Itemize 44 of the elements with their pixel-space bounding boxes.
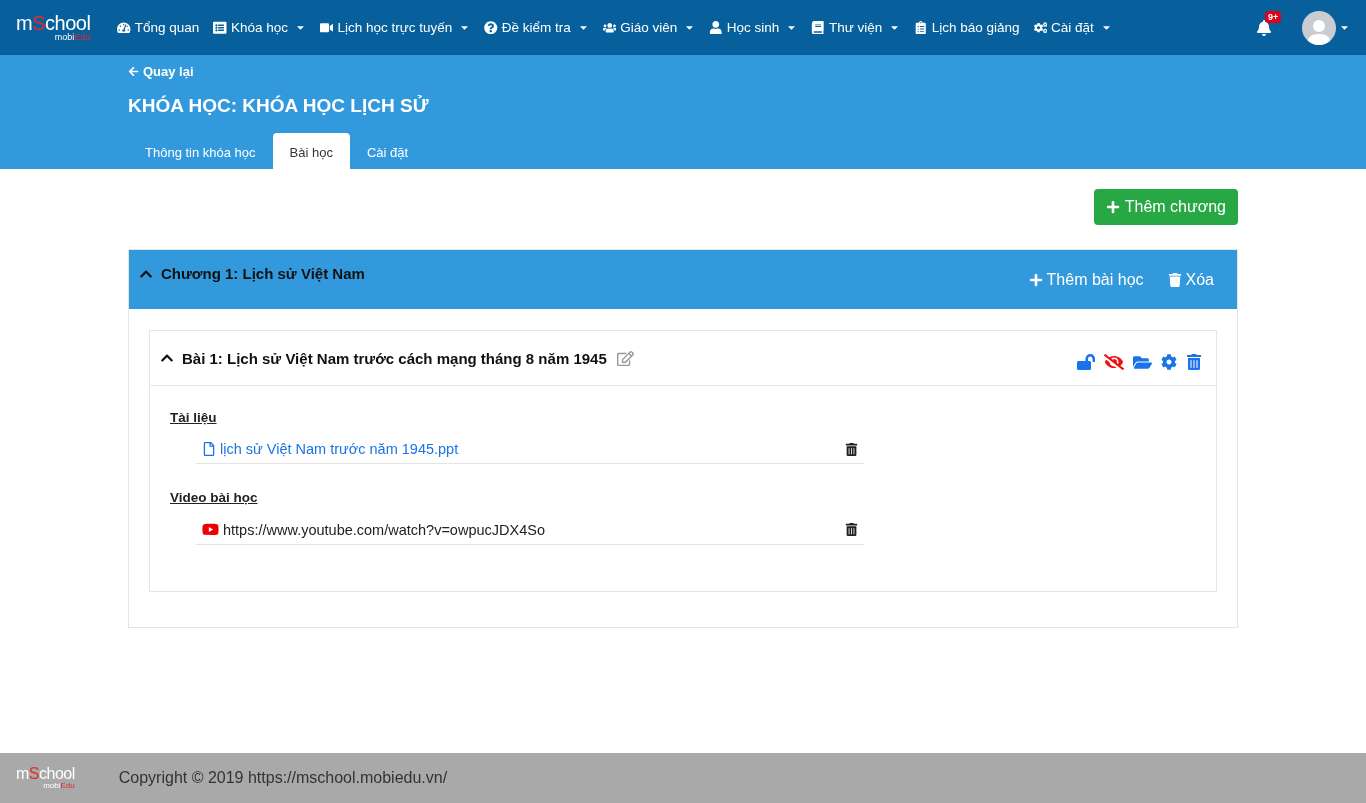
youtube-icon bbox=[202, 521, 219, 538]
gears-icon bbox=[1033, 20, 1048, 35]
gauge-icon bbox=[117, 20, 131, 35]
chapter-title: Chương 1: Lịch sử Việt Nam bbox=[161, 265, 366, 282]
arrow-left-icon bbox=[128, 66, 139, 77]
logo: mSchool mobiEdu bbox=[16, 766, 75, 790]
edit-icon[interactable] bbox=[616, 349, 634, 367]
notification-badge: 9+ bbox=[1265, 10, 1282, 23]
open-lock-icon[interactable] bbox=[1077, 353, 1095, 371]
nav-item[interactable]: Thư viện bbox=[804, 20, 908, 35]
video-url: https://www.youtube.com/watch?v=owpucJDX4So bbox=[223, 521, 546, 538]
copyright-text: Copyright © 2019 https://mschool.mobiedu.vn/ bbox=[118, 769, 448, 787]
file-icon bbox=[202, 442, 216, 456]
page-title: KHÓA HỌC: KHÓA HỌC LỊCH SỬ bbox=[128, 95, 430, 117]
file-link[interactable]: lịch sử Việt Nam trước năm 1945.ppt bbox=[220, 441, 841, 457]
avatar[interactable] bbox=[1302, 10, 1336, 45]
settings-icon[interactable] bbox=[1161, 354, 1177, 370]
book-icon bbox=[811, 20, 825, 35]
section-heading: Video bài học bbox=[170, 490, 259, 505]
plus-icon bbox=[1105, 200, 1120, 214]
logo: mSchool mobiEdu bbox=[16, 13, 91, 42]
list-icon bbox=[213, 20, 227, 35]
question-icon bbox=[484, 20, 498, 35]
video-camera-icon bbox=[319, 20, 334, 35]
bell-icon[interactable] bbox=[1256, 19, 1272, 36]
nav-item[interactable]: Học sinh bbox=[702, 20, 805, 35]
lesson-title: Bài 1: Lịch sử Việt Nam trước cách mạng tháng 8 năm 1945 bbox=[182, 349, 607, 367]
user-icon bbox=[709, 20, 723, 35]
section-heading: Tài liệu bbox=[170, 410, 218, 425]
users-icon bbox=[602, 20, 617, 35]
nav-item[interactable]: Tổng quan bbox=[110, 20, 207, 35]
clipboard-icon bbox=[914, 20, 928, 35]
tab[interactable]: Bài học bbox=[272, 133, 350, 169]
nav-item[interactable]: Khóa học bbox=[206, 20, 313, 35]
eye-slash-icon[interactable] bbox=[1104, 352, 1124, 372]
nav-item[interactable]: Giáo viên bbox=[595, 20, 703, 35]
nav-item[interactable]: Cài đặt bbox=[1026, 20, 1119, 35]
plus-icon bbox=[1028, 272, 1043, 287]
trash-icon[interactable] bbox=[845, 523, 858, 536]
trash-icon[interactable] bbox=[845, 442, 858, 456]
trash-icon bbox=[1167, 272, 1182, 287]
nav-item[interactable]: Đề kiểm tra bbox=[477, 20, 596, 35]
nav-item[interactable]: Lịch học trực tuyến bbox=[312, 20, 478, 35]
nav-item[interactable]: Lịch báo giảng bbox=[907, 20, 1027, 35]
